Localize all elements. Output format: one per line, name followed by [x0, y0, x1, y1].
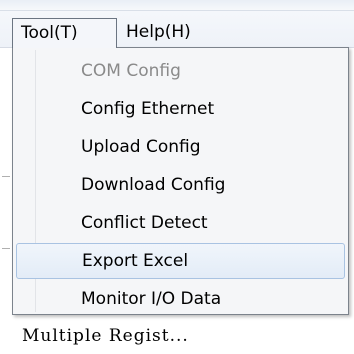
menu-item-upload-config[interactable]: Upload Config — [16, 129, 345, 165]
app-window: Tool(T) Help(H) COM Config Config Ethern… — [0, 0, 354, 354]
tool-dropdown-menu: COM Config Config Ethernet Upload Config… — [12, 47, 349, 315]
menu-item-export-excel[interactable]: Export Excel — [16, 243, 345, 279]
background-partial-text: Multiple Regist... — [22, 326, 189, 346]
menu-bar: Tool(T) Help(H) — [0, 0, 354, 48]
menu-item-config-ethernet[interactable]: Config Ethernet — [16, 91, 345, 127]
background-divider — [2, 248, 10, 249]
menu-help[interactable]: Help(H) — [120, 18, 210, 46]
menu-item-monitor-io-data[interactable]: Monitor I/O Data — [16, 281, 345, 317]
background-window-edge — [0, 48, 12, 318]
menu-item-download-config[interactable]: Download Config — [16, 167, 345, 203]
menu-tool[interactable]: Tool(T) — [12, 18, 117, 48]
menu-item-conflict-detect[interactable]: Conflict Detect — [16, 205, 345, 241]
menu-item-com-config[interactable]: COM Config — [16, 53, 345, 89]
background-divider — [2, 176, 10, 177]
title-bar-strip — [0, 0, 354, 11]
